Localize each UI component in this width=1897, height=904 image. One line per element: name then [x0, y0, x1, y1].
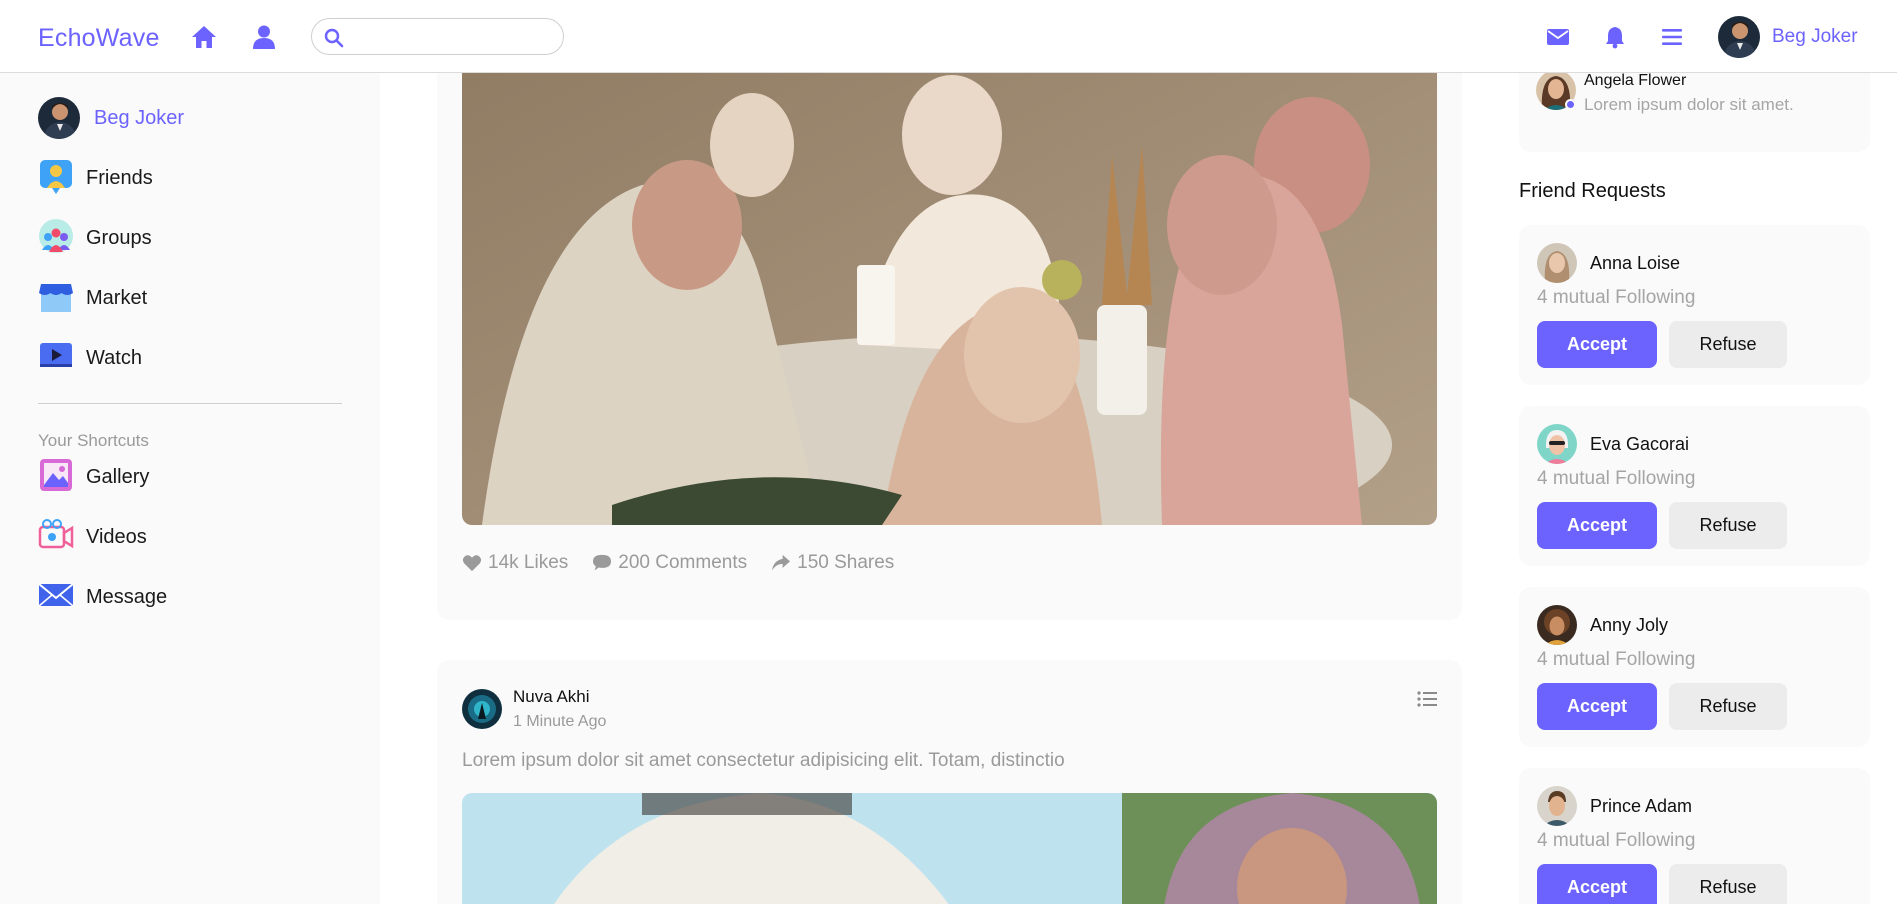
home-icon[interactable]	[191, 24, 217, 50]
sidebar-divider	[38, 403, 342, 404]
gallery-icon	[38, 457, 74, 498]
post-stats: 14k Likes 200 Comments 150 Shares	[462, 552, 918, 574]
groups-icon	[38, 218, 74, 259]
refuse-button[interactable]: Refuse	[1669, 864, 1787, 904]
header-user-name: Beg Joker	[1772, 26, 1858, 47]
requester-name[interactable]: Anny Joly	[1590, 615, 1668, 636]
accept-button[interactable]: Accept	[1537, 683, 1657, 730]
online-status-dot	[1565, 99, 1576, 110]
friend-request-card: Anny Joly 4 mutual Following Accept Refu…	[1519, 587, 1870, 747]
sidebar-item-friends[interactable]: Friends	[38, 157, 153, 199]
sidebar-item-label: Friends	[86, 166, 153, 189]
sidebar-item-label: Message	[86, 585, 168, 608]
sidebar-item-label: Videos	[86, 525, 147, 548]
share-button[interactable]: 150 Shares	[771, 552, 894, 574]
accept-button[interactable]: Accept	[1537, 502, 1657, 549]
sidebar-item-watch[interactable]: Watch	[38, 337, 142, 379]
friend-requests-title: Friend Requests	[1519, 180, 1666, 202]
post-text: Lorem ipsum dolor sit amet consectetur a…	[462, 750, 1065, 771]
friend-request-card: Anna Loise 4 mutual Following Accept Ref…	[1519, 225, 1870, 385]
message-icon	[38, 577, 74, 618]
share-icon	[772, 554, 791, 571]
left-sidebar: Beg Joker Friends Groups Market Watch Yo…	[0, 73, 380, 904]
likes-count: 14k Likes	[488, 552, 569, 573]
requester-name[interactable]: Anna Loise	[1590, 253, 1680, 274]
mail-icon[interactable]	[1546, 25, 1570, 49]
shares-count: 150 Shares	[797, 552, 895, 573]
user-avatar	[1718, 16, 1760, 58]
sidebar-item-profile[interactable]: Beg Joker	[38, 97, 184, 139]
header-user-profile[interactable]: Beg Joker	[1718, 16, 1858, 58]
accept-button[interactable]: Accept	[1537, 864, 1657, 904]
videos-icon	[38, 517, 74, 558]
post-image[interactable]	[462, 25, 1437, 525]
sidebar-item-market[interactable]: Market	[38, 277, 147, 319]
user-avatar	[38, 97, 80, 139]
accept-button[interactable]: Accept	[1537, 321, 1657, 368]
post-author[interactable]: Nuva Akhi	[513, 687, 606, 707]
search-input[interactable]	[354, 25, 554, 49]
sidebar-item-label: Gallery	[86, 465, 150, 488]
sidebar-item-label: Watch	[86, 346, 142, 369]
menu-icon[interactable]	[1660, 25, 1684, 49]
sidebar-item-message[interactable]: Message	[38, 576, 167, 618]
message-item[interactable]: Angela Flower Lorem ipsum dolor sit amet…	[1536, 70, 1794, 115]
contact-name: Angela Flower	[1584, 72, 1687, 89]
requester-avatar[interactable]	[1537, 424, 1577, 464]
comment-icon	[593, 554, 612, 571]
profile-icon[interactable]	[251, 24, 277, 50]
bell-icon[interactable]	[1603, 25, 1627, 49]
top-navbar: EchoWave Beg Joker	[0, 0, 1897, 73]
sidebar-item-videos[interactable]: Videos	[38, 516, 147, 558]
sidebar-item-label: Groups	[86, 226, 152, 249]
author-avatar[interactable]	[462, 689, 502, 729]
post-image[interactable]	[462, 793, 1437, 904]
search-icon	[324, 28, 344, 48]
mutual-following: 4 mutual Following	[1537, 287, 1696, 308]
requester-name[interactable]: Prince Adam	[1590, 796, 1692, 817]
refuse-button[interactable]: Refuse	[1669, 502, 1787, 549]
refuse-button[interactable]: Refuse	[1669, 683, 1787, 730]
friend-request-card: Prince Adam 4 mutual Following Accept Re…	[1519, 768, 1870, 904]
watch-icon	[38, 338, 74, 379]
mutual-following: 4 mutual Following	[1537, 830, 1696, 851]
search-bar[interactable]	[311, 18, 564, 55]
requester-avatar[interactable]	[1537, 243, 1577, 283]
requester-name[interactable]: Eva Gacorai	[1590, 434, 1689, 455]
sidebar-item-label: Market	[86, 286, 148, 309]
post-menu-icon[interactable]	[1417, 690, 1437, 713]
market-icon	[38, 278, 74, 319]
post-header: Nuva Akhi 1 Minute Ago	[462, 687, 606, 731]
like-button[interactable]: 14k Likes	[462, 552, 568, 574]
requester-avatar[interactable]	[1537, 605, 1577, 645]
friend-request-card: Eva Gacorai 4 mutual Following Accept Re…	[1519, 406, 1870, 566]
heart-icon	[462, 555, 482, 572]
sidebar-item-gallery[interactable]: Gallery	[38, 456, 149, 498]
mutual-following: 4 mutual Following	[1537, 649, 1696, 670]
comments-count: 200 Comments	[618, 552, 748, 573]
friends-icon	[38, 158, 74, 199]
sidebar-item-groups[interactable]: Groups	[38, 217, 152, 259]
comment-button[interactable]: 200 Comments	[592, 552, 747, 574]
app-logo[interactable]: EchoWave	[38, 24, 160, 53]
post-time: 1 Minute Ago	[513, 713, 607, 730]
message-preview: Lorem ipsum dolor sit amet.	[1584, 95, 1794, 114]
sidebar-item-label: Beg Joker	[94, 106, 185, 129]
shortcuts-title: Your Shortcuts	[38, 431, 149, 450]
requester-avatar[interactable]	[1537, 786, 1577, 826]
mutual-following: 4 mutual Following	[1537, 468, 1696, 489]
refuse-button[interactable]: Refuse	[1669, 321, 1787, 368]
